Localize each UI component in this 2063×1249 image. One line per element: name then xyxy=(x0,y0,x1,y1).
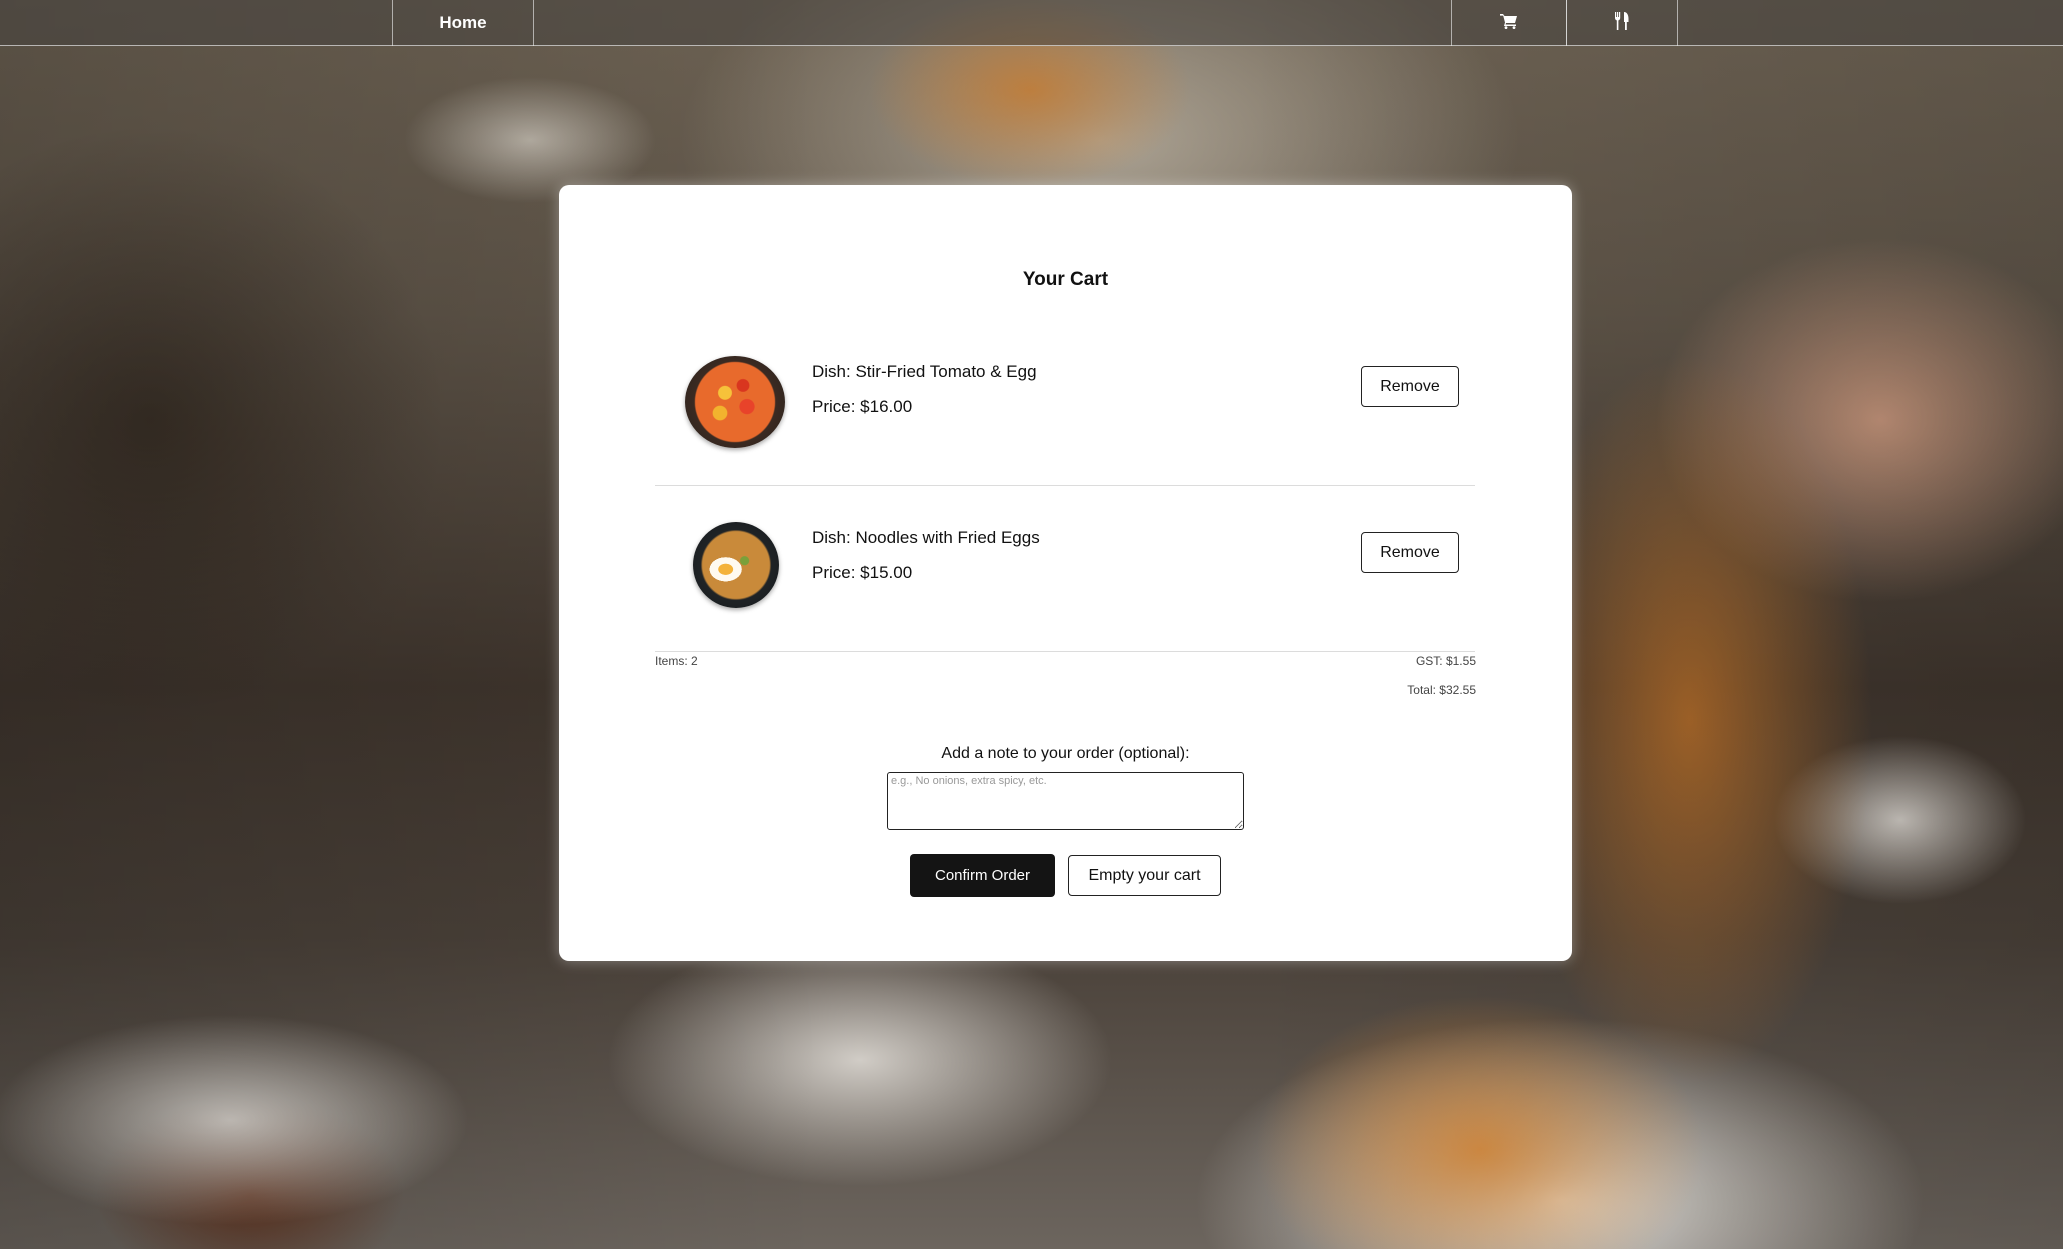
remove-item-button[interactable]: Remove xyxy=(1361,532,1459,573)
gst-amount: GST: $1.55 xyxy=(1415,654,1476,668)
remove-item-button[interactable]: Remove xyxy=(1361,366,1459,407)
cart-item-row: Dish: Noodles with Fried Eggs Price: $15… xyxy=(655,492,1475,652)
dish-image-noodles-eggs xyxy=(693,522,779,608)
cart-title: Your Cart xyxy=(1022,269,1109,290)
dish-name: Dish: Noodles with Fried Eggs xyxy=(812,528,1040,547)
dish-price: Price: $16.00 xyxy=(812,397,913,416)
top-navbar: Home xyxy=(0,0,2063,46)
empty-cart-button[interactable]: Empty your cart xyxy=(1068,855,1221,896)
cart-card: Your Cart Dish: Stir-Fried Tomato & Egg … xyxy=(559,185,1572,961)
order-note-label: Add a note to your order (optional): xyxy=(941,745,1190,762)
fork-knife-icon xyxy=(1614,11,1630,35)
nav-home-link[interactable]: Home xyxy=(392,0,534,46)
items-count: Items: 2 xyxy=(655,654,698,668)
order-note-field[interactable] xyxy=(887,772,1244,830)
dish-image-tomato-egg xyxy=(685,356,785,448)
confirm-order-button[interactable]: Confirm Order xyxy=(910,854,1055,897)
nav-menu-link[interactable] xyxy=(1566,0,1678,46)
shopping-cart-icon xyxy=(1500,13,1518,34)
dish-price: Price: $15.00 xyxy=(812,563,913,582)
cart-item-row: Dish: Stir-Fried Tomato & Egg Price: $16… xyxy=(655,326,1475,486)
total-amount: Total: $32.55 xyxy=(1407,683,1476,697)
nav-cart-link[interactable] xyxy=(1451,0,1567,46)
dish-name: Dish: Stir-Fried Tomato & Egg xyxy=(812,362,1037,381)
nav-home-label: Home xyxy=(439,13,487,32)
